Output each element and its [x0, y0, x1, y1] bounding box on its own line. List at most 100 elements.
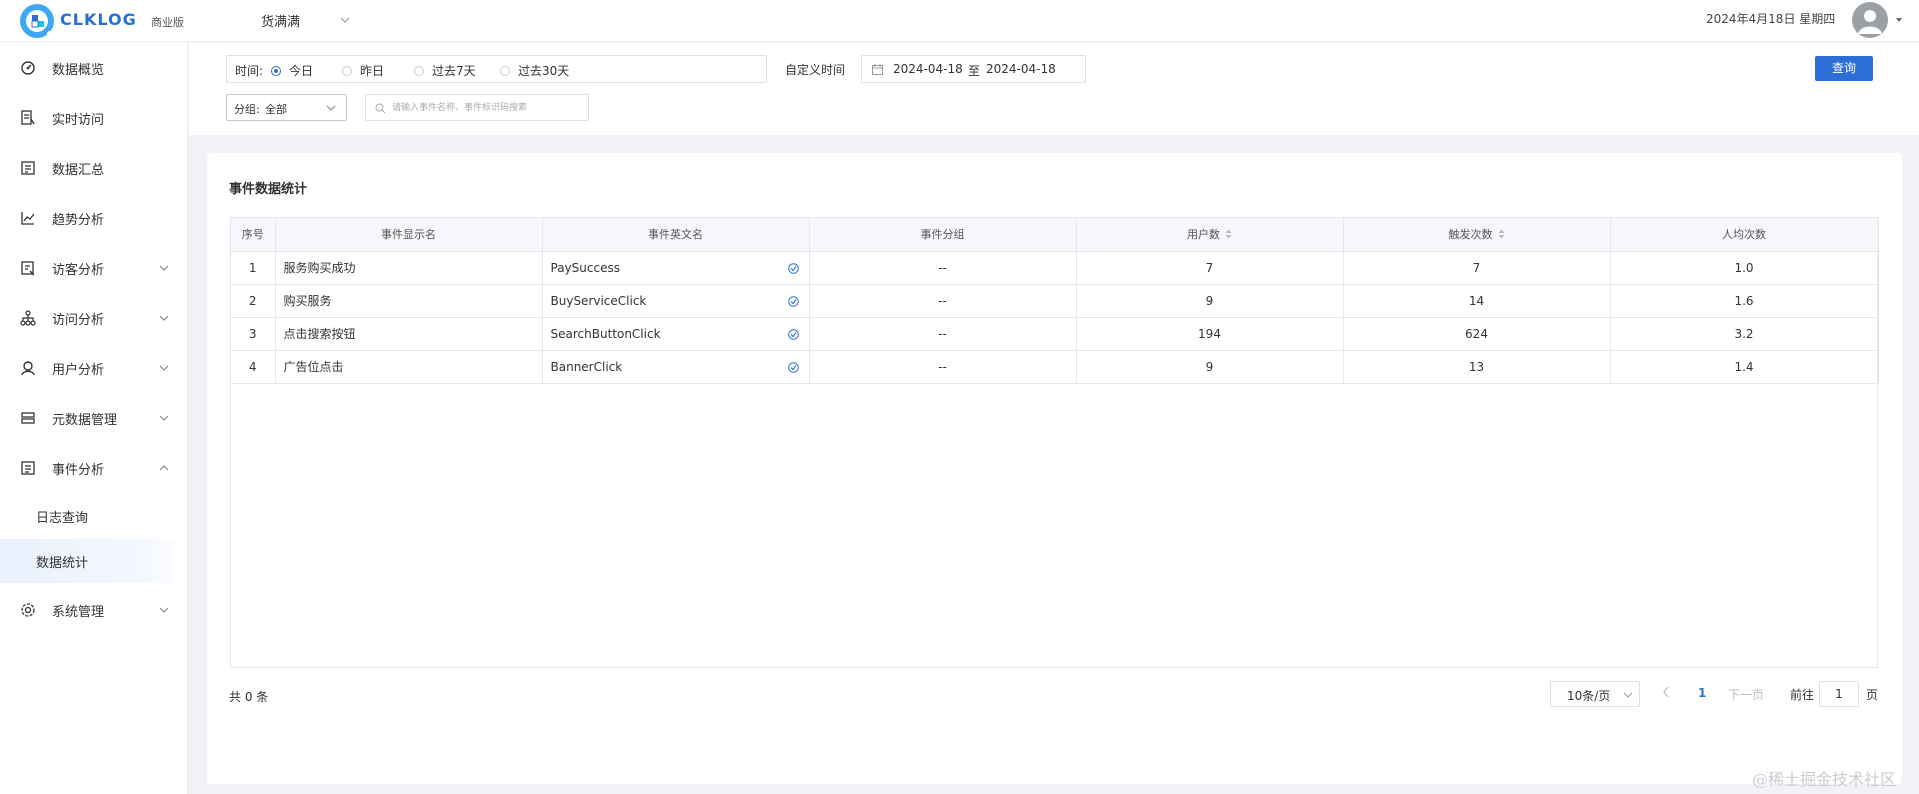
radio-label: 过去7天 [432, 64, 476, 78]
chevron-down-icon [159, 365, 169, 371]
cell-avg: 1.6 [1610, 284, 1879, 318]
sidebar-item-access[interactable]: 访问分析 [0, 294, 188, 342]
sidebar-item-label: 数据汇总 [52, 163, 105, 178]
page-number-current[interactable]: 1 [1698, 686, 1706, 700]
col-header-label: 用户数 [1187, 228, 1220, 242]
cell-group: -- [809, 284, 1077, 318]
chevron-down-icon [159, 315, 169, 321]
user-avatar-icon [1858, 10, 1882, 34]
radio-last-30-days[interactable]: 过去30天 [500, 62, 569, 79]
project-selector[interactable]: 货满满 [261, 11, 300, 30]
sidebar-item-realtime[interactable]: 实时访问 [0, 94, 188, 142]
sidebar-item-label: 用户分析 [52, 363, 105, 378]
time-range-selector: 时间: 今日 昨日 过去7天 过去30天 [226, 55, 767, 83]
total-count: 共 0 条 [229, 690, 269, 704]
cell-no: 4 [231, 350, 276, 384]
chevron-down-icon [159, 607, 169, 613]
goto-page-input[interactable]: 1 [1819, 681, 1859, 707]
sidebar-item-label: 访问分析 [52, 313, 105, 328]
cell-en-name: BannerClick [542, 350, 810, 384]
search-input[interactable] [392, 99, 582, 117]
radio-checked-icon [271, 66, 281, 76]
sidebar-item-summary[interactable]: 数据汇总 [0, 144, 188, 192]
sidebar-item-label: 实时访问 [52, 113, 105, 128]
sidebar-item-metadata[interactable]: 元数据管理 [0, 394, 188, 442]
cell-en-name: SearchButtonClick [542, 317, 810, 351]
date-separator: 至 [968, 64, 981, 78]
sidebar-item-trend[interactable]: 趋势分析 [0, 194, 188, 242]
table-row: 1 服务购买成功 PaySuccess -- 7 7 1.0 [231, 251, 1879, 285]
sidebar-item-event[interactable]: 事件分析 [0, 444, 188, 492]
col-header-triggers[interactable]: 触发次数 [1343, 218, 1611, 252]
en-name-text: PaySuccess [550, 260, 620, 275]
chevron-down-icon[interactable] [338, 13, 352, 27]
cell-users: 7 [1076, 251, 1344, 285]
cell-en-name: PaySuccess [542, 251, 810, 285]
table-row: 4 广告位点击 BannerClick -- 9 13 1.4 [231, 350, 1879, 384]
cell-no: 1 [231, 251, 276, 285]
time-label: 时间: [235, 64, 264, 78]
sidebar: 数据概览 实时访问 数据汇总 趋势分析 访客分析 访问分析 用户分析 元数据管理… [0, 42, 188, 794]
event-stats-card: 事件数据统计 序号 事件显示名 事件英文名 事件分组 用户数 触发次数 人均次数 [207, 153, 1902, 784]
sidebar-item-log-query[interactable]: 日志查询 [0, 494, 174, 538]
top-header: CLKLOG 商业版 货满满 2024年4月18日 星期四 [0, 0, 1919, 42]
sidebar-item-data-statistics[interactable]: 数据统计 [0, 539, 174, 583]
sidebar-item-label: 数据统计 [36, 556, 89, 571]
current-date: 2024年4月18日 星期四 [1706, 12, 1836, 26]
user-icon [21, 361, 35, 376]
radio-yesterday[interactable]: 昨日 [342, 62, 384, 79]
search-icon [375, 103, 386, 114]
cell-no: 2 [231, 284, 276, 318]
group-value: 全部 [265, 103, 287, 116]
realtime-icon [21, 110, 35, 125]
query-button[interactable]: 查询 [1815, 56, 1873, 81]
group-select[interactable]: 分组: 全部 [226, 94, 347, 121]
radio-today[interactable]: 今日 [271, 62, 313, 79]
sidebar-item-label: 数据概览 [52, 63, 105, 78]
col-header-users[interactable]: 用户数 [1076, 218, 1344, 252]
goto-label-post: 页 [1866, 688, 1879, 702]
sort-icon[interactable] [1225, 229, 1232, 239]
sidebar-item-label: 趋势分析 [52, 213, 105, 228]
brand-name: CLKLOG [60, 10, 137, 29]
col-header-name: 事件显示名 [275, 218, 543, 252]
sidebar-item-label: 访客分析 [52, 263, 105, 278]
end-date[interactable]: 2024-04-18 [986, 62, 1056, 76]
verified-icon [787, 295, 799, 307]
cell-users: 9 [1076, 350, 1344, 384]
caret-down-icon[interactable] [1894, 15, 1904, 25]
en-name-text: BuyServiceClick [550, 293, 647, 308]
start-date[interactable]: 2024-04-18 [893, 62, 963, 76]
sidebar-item-label: 日志查询 [36, 511, 89, 526]
radio-unchecked-icon [414, 66, 424, 76]
access-icon [20, 310, 36, 326]
clklog-logo-icon[interactable] [18, 2, 56, 40]
date-range-picker[interactable]: 2024-04-18 至 2024-04-18 [861, 55, 1086, 83]
sidebar-item-user[interactable]: 用户分析 [0, 344, 188, 392]
col-header-label: 触发次数 [1448, 228, 1493, 242]
cell-users: 9 [1076, 284, 1344, 318]
summary-icon [21, 161, 35, 175]
card-title: 事件数据统计 [229, 182, 308, 197]
sidebar-item-visitor[interactable]: 访客分析 [0, 244, 188, 292]
page-size-select[interactable]: 10条/页 [1550, 681, 1640, 707]
cell-avg: 1.0 [1610, 251, 1879, 285]
radio-label: 昨日 [360, 64, 385, 78]
next-page-button[interactable]: 下一页 [1728, 686, 1764, 703]
sidebar-item-system[interactable]: 系统管理 [0, 586, 188, 634]
cell-en-name: BuyServiceClick [542, 284, 810, 318]
sidebar-item-overview[interactable]: 数据概览 [0, 44, 188, 92]
trend-icon [21, 212, 35, 225]
cell-name: 点击搜索按钮 [275, 317, 543, 351]
sort-icon[interactable] [1498, 229, 1505, 239]
radio-last-7-days[interactable]: 过去7天 [414, 62, 476, 79]
cell-group: -- [809, 251, 1077, 285]
chevron-left-icon[interactable] [1662, 686, 1670, 698]
verified-icon [787, 361, 799, 373]
table-row: 2 购买服务 BuyServiceClick -- 9 14 1.6 [231, 284, 1879, 318]
calendar-icon [872, 64, 883, 75]
cell-group: -- [809, 317, 1077, 351]
chevron-down-icon [159, 265, 169, 271]
avatar[interactable] [1852, 2, 1888, 38]
settings-icon [21, 603, 35, 617]
